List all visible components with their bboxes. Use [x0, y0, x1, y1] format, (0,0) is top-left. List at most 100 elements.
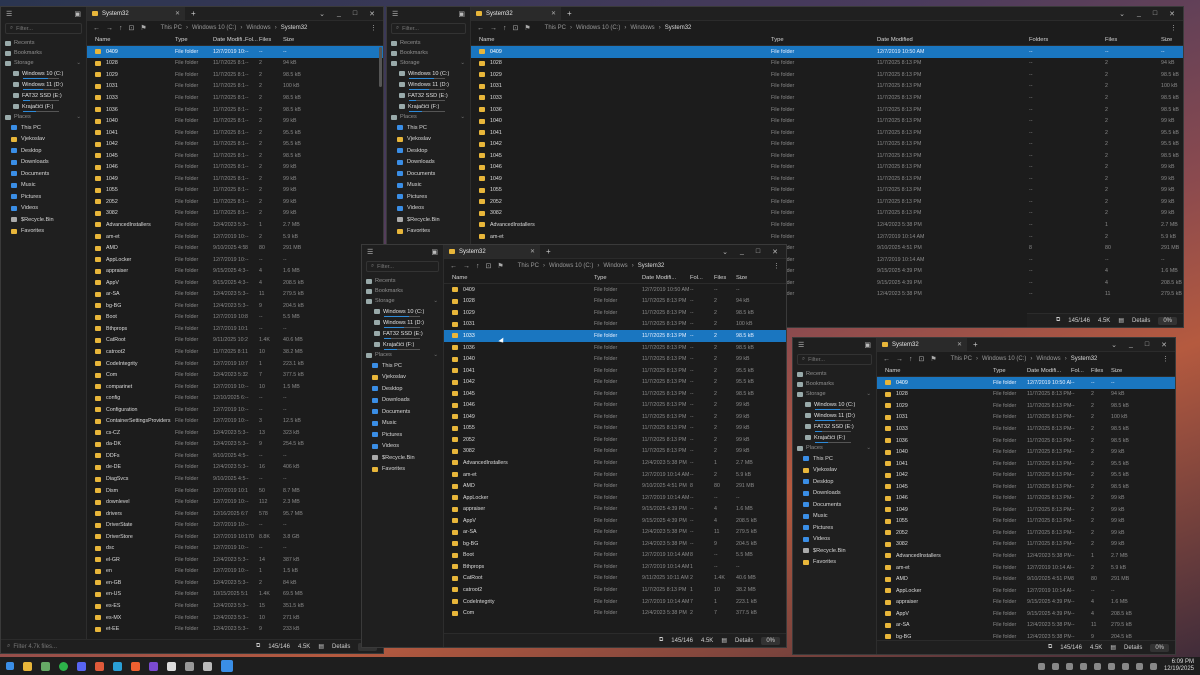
sidebar-drive[interactable]: Windows 10 (C:)	[793, 399, 876, 410]
file-row[interactable]: 1042File folder11/7/2025 8:13 PM--295.5 …	[471, 138, 1183, 150]
sidebar-item-downloads[interactable]: Downloads	[387, 157, 470, 169]
file-row[interactable]: 1040File folder11/7/2025 8:13 PM--299 kB	[444, 353, 786, 365]
file-row[interactable]: 1046File folder11/7/2025 8:13 PM--299 kB	[87, 161, 383, 173]
sidebar-item-music[interactable]: Music	[1, 180, 86, 192]
file-row[interactable]: 3082File folder11/7/2025 8:13 PM--299 kB	[87, 208, 383, 220]
view-mode-icon[interactable]: ▤	[318, 643, 324, 650]
sidebar-item-vjekoslav[interactable]: Vjekoslav	[387, 134, 470, 146]
explorer-window-1[interactable]: ☰ ▣ ⌕ Filter... Recents Bookmarks Storage ⌄ Wi…	[0, 6, 384, 654]
breadcrumb-item[interactable]: This PC	[518, 263, 539, 269]
sidebar-drive[interactable]: Krajačići (F:)	[793, 432, 876, 443]
file-row[interactable]: 1049File folder11/7/2025 8:13 PM--299 kB	[87, 173, 383, 185]
sidebar-item-videos[interactable]: Videos	[1, 203, 86, 215]
zoom-level[interactable]: 0%	[761, 636, 780, 645]
sidebar-item-recyclebin[interactable]: $Recycle.Bin	[387, 214, 470, 226]
file-row[interactable]: 1055File folder11/7/2025 8:13 PM--299 kB	[444, 423, 786, 435]
sidebar-section-storage[interactable]: Storage ⌄	[1, 58, 86, 68]
tray-icon[interactable]	[1149, 662, 1157, 670]
breadcrumb-item[interactable]: Windows 10 (C:)	[192, 25, 236, 31]
file-row[interactable]: et-EEFile folder12/4/2023 5:38 PM--9233 …	[87, 623, 383, 635]
sidebar-drive[interactable]: FAT32 SSD (E:)	[1, 90, 86, 101]
sidebar-item-favorites[interactable]: Favorites	[793, 557, 876, 569]
tray-icon[interactable]	[1037, 662, 1045, 670]
file-row[interactable]: 1049File folder11/7/2025 8:13 PM--299 kB	[877, 504, 1175, 516]
file-row[interactable]: dscFile folder12/7/2019 10:14 AM------	[87, 543, 383, 555]
close-tab-icon[interactable]: ✕	[551, 10, 556, 17]
file-row[interactable]: en-USFile folder10/15/2025 5:04 PM11.4K6…	[87, 589, 383, 601]
up-icon[interactable]: ↑	[476, 263, 480, 270]
taskbar-app-icon[interactable]	[41, 661, 50, 671]
sidebar-section-recents[interactable]: Recents	[1, 38, 86, 48]
breadcrumb-item[interactable]: System32	[281, 25, 308, 31]
close-tab-icon[interactable]: ✕	[175, 10, 180, 17]
sidebar-drive[interactable]: FAT32 SSD (E:)	[387, 90, 470, 101]
file-row[interactable]: 1033File folder11/7/2025 8:13 PM--298.5 …	[471, 92, 1183, 104]
file-row[interactable]: AdvancedInstallers File folder 12/4/2023 5…	[87, 219, 383, 231]
file-row[interactable]: 0409File folder12/7/2019 10:50 AM------	[877, 377, 1175, 389]
view-mode-label[interactable]: Details	[332, 644, 350, 650]
sidebar-drive[interactable]: Windows 10 (C:)	[387, 68, 470, 79]
sidebar-section-places[interactable]: Places ⌄	[362, 350, 443, 360]
file-row[interactable]: bg-BGFile folder12/4/2023 5:38 PM--9204.…	[444, 538, 786, 550]
file-row[interactable]: de-DEFile folder12/4/2023 5:38 PM--16406…	[87, 462, 383, 474]
file-row[interactable]: da-DKFile folder12/4/2023 5:38 PM--9254.…	[87, 439, 383, 451]
column-header-name[interactable]: Name	[87, 37, 175, 43]
sidebar-drive[interactable]: Krajačići (F:)	[1, 101, 86, 112]
file-row[interactable]: 1031File folder11/7/2025 8:13 PM--2100 k…	[471, 81, 1183, 93]
sidebar-item-recyclebin[interactable]: $Recycle.Bin	[1, 214, 86, 226]
close-tab-icon[interactable]: ✕	[530, 248, 535, 255]
file-row[interactable]: ConfigurationFile folder12/7/2019 10:14 …	[87, 404, 383, 416]
file-row[interactable]: 1055File folder11/7/2025 8:13 PM--299 kB	[87, 185, 383, 197]
sidebar-item-documents[interactable]: Documents	[362, 406, 443, 418]
file-row[interactable]: CatRootFile folder9/11/2025 10:11 AM21.4…	[87, 335, 383, 347]
file-row[interactable]: ar-SAFile folder12/4/2023 5:38 PM--11279…	[444, 526, 786, 538]
view-mode-label[interactable]: Details	[735, 638, 753, 644]
file-row[interactable]: driversFile folder12/16/2025 6:04 PM7578…	[87, 508, 383, 520]
sidebar-item-videos[interactable]: Videos	[387, 203, 470, 215]
file-row[interactable]: AMDFile folder9/10/2025 4:51 PM880291 MB	[444, 480, 786, 492]
sidebar-filter-input[interactable]: ⌕ Filter...	[366, 261, 439, 272]
taskbar-app-icon[interactable]	[113, 661, 122, 671]
chevron-down-icon[interactable]: ⌄	[433, 352, 438, 358]
sidebar-item-recyclebin[interactable]: $Recycle.Bin	[362, 452, 443, 464]
file-row[interactable]: 1033File folder11/7/2025 8:13 PM--298.5 …	[444, 330, 786, 342]
file-row[interactable]: en-GBFile folder12/4/2023 5:38 PM--284 k…	[87, 577, 383, 589]
breadcrumb-item[interactable]: Windows	[246, 25, 270, 31]
start-button[interactable]	[6, 662, 14, 670]
taskbar-app-icon[interactable]	[77, 661, 86, 671]
column-header-date-modified[interactable]: Date Modified	[877, 37, 1029, 43]
explorer-window-4[interactable]: ☰ ▣ ⌕ Filter... Recents Bookmarks Storage ⌄ Wi…	[792, 337, 1176, 655]
file-row[interactable]: downlevelFile folder12/7/2019 10:14 AM--…	[87, 496, 383, 508]
tray-icon[interactable]	[1121, 662, 1129, 670]
up-icon[interactable]: ↑	[503, 25, 507, 32]
file-row[interactable]: am-etFile folder12/7/2019 10:14 AM--25.9…	[471, 231, 1183, 243]
file-row[interactable]: CatRootFile folder9/11/2025 10:11 AM21.4…	[444, 573, 786, 585]
column-header-size[interactable]: Size	[283, 37, 309, 43]
breadcrumb-item[interactable]: This PC	[161, 25, 182, 31]
file-row[interactable]: 0409File folder12/7/2019 10:50 AM------	[87, 46, 383, 58]
chevron-down-icon[interactable]: ⌄	[433, 298, 438, 304]
file-row[interactable]: BootFile folder12/7/2019 10:14 AM8--5.5 …	[444, 550, 786, 562]
chevron-down-icon[interactable]: ⌄	[76, 114, 81, 120]
file-row[interactable]: ar-SAFile folder12/4/2023 5:38 PM--11279…	[877, 619, 1175, 631]
sidebar-section-places[interactable]: Places ⌄	[1, 112, 86, 122]
file-row[interactable]: catroot2File folder11/7/2025 8:13 PM1103…	[87, 346, 383, 358]
file-row[interactable]: enFile folder12/7/2019 10:14 AM--11.5 kB	[87, 566, 383, 578]
file-row[interactable]: AdvancedInstallers File folder 12/4/2023 5…	[444, 457, 786, 469]
file-row[interactable]: AdvancedInstallers File folder 12/4/2023 5…	[877, 550, 1175, 562]
forward-icon[interactable]: →	[490, 25, 497, 32]
tab-system32[interactable]: System32 ✕	[444, 245, 540, 258]
column-header-date-modified[interactable]: Date Modifi...	[642, 275, 690, 281]
sidebar-item-desktop[interactable]: Desktop	[387, 145, 470, 157]
file-row[interactable]: AMDFile folder9/10/2025 4:51 PM880291 MB	[877, 573, 1175, 585]
file-row[interactable]: 1045File folder11/7/2025 8:13 PM--298.5 …	[444, 388, 786, 400]
sidebar-item-vjekoslav[interactable]: Vjekoslav	[362, 372, 443, 384]
new-tab-button[interactable]: +	[185, 7, 202, 20]
taskbar-app-icon[interactable]	[185, 661, 194, 671]
sidebar-section-bookmarks[interactable]: Bookmarks	[1, 48, 86, 58]
sidebar-drive[interactable]: Windows 11 (D:)	[387, 79, 470, 90]
filter-toggle-icon[interactable]: ⧉	[1048, 644, 1052, 651]
bookmark-icon[interactable]: ⚑	[140, 24, 146, 32]
file-list[interactable]: Name Type Date Modifi... Fol... Files Size 040…	[877, 366, 1175, 654]
file-row[interactable]: am-etFile folder12/7/2019 10:14 AM--25.9…	[444, 469, 786, 481]
